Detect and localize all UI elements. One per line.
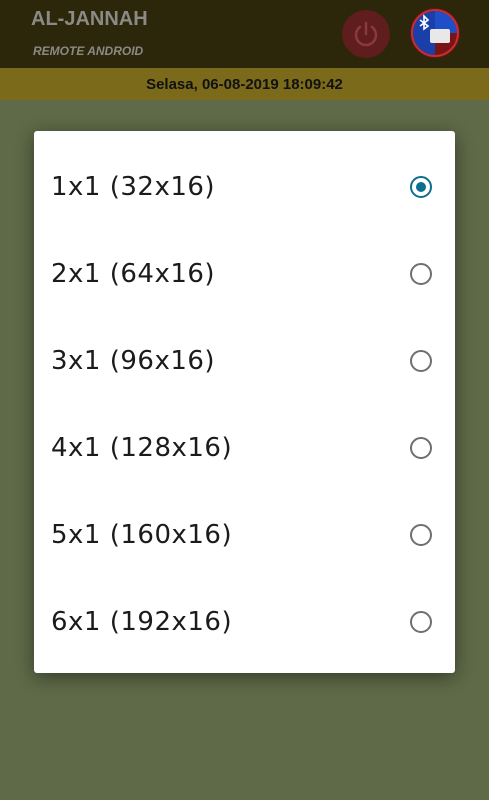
option-label: 3x1 (96x16)	[51, 345, 216, 376]
option-6x1[interactable]: 6x1 (192x16)	[34, 578, 455, 665]
power-icon	[354, 21, 378, 47]
datetime-text: Selasa, 06-08-2019 18:09:42	[146, 75, 343, 93]
radio-checked-icon[interactable]	[410, 175, 432, 198]
option-label: 4x1 (128x16)	[51, 432, 233, 463]
app-header: AL-JANNAH REMOTE ANDROID	[0, 0, 489, 68]
option-label: 1x1 (32x16)	[51, 171, 216, 202]
option-4x1[interactable]: 4x1 (128x16)	[34, 404, 455, 491]
radio-unchecked-icon[interactable]	[410, 436, 432, 459]
bluetooth-icon	[411, 9, 459, 57]
power-button[interactable]	[342, 10, 390, 58]
datetime-bar: Selasa, 06-08-2019 18:09:42	[0, 68, 489, 100]
app-title: AL-JANNAH	[31, 8, 148, 30]
option-label: 5x1 (160x16)	[51, 519, 233, 550]
option-1x1[interactable]: 1x1 (32x16)	[34, 143, 455, 230]
radio-unchecked-icon[interactable]	[410, 523, 432, 546]
option-5x1[interactable]: 5x1 (160x16)	[34, 491, 455, 578]
display-size-dialog: 1x1 (32x16) 2x1 (64x16) 3x1 (96x16) 4x1 …	[34, 131, 455, 673]
radio-unchecked-icon[interactable]	[410, 262, 432, 285]
radio-unchecked-icon[interactable]	[410, 610, 432, 633]
option-2x1[interactable]: 2x1 (64x16)	[34, 230, 455, 317]
option-3x1[interactable]: 3x1 (96x16)	[34, 317, 455, 404]
radio-unchecked-icon[interactable]	[410, 349, 432, 372]
app-subtitle: REMOTE ANDROID	[33, 44, 144, 58]
bluetooth-button[interactable]	[410, 8, 460, 58]
option-label: 6x1 (192x16)	[51, 606, 233, 637]
option-label: 2x1 (64x16)	[51, 258, 216, 289]
